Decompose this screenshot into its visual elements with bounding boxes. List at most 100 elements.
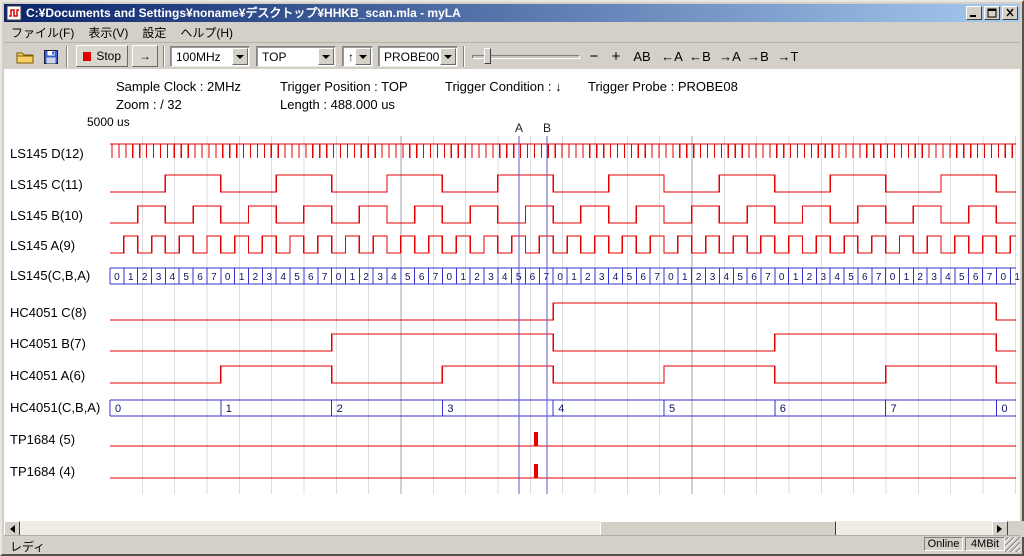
svg-text:6: 6 [419,272,425,283]
svg-text:7: 7 [876,272,882,283]
trigger-position-text: Trigger Position : TOP [280,79,408,94]
svg-text:6: 6 [308,272,314,283]
chevron-down-icon[interactable] [318,48,334,65]
svg-text:5: 5 [959,272,965,283]
goto-b-right-button[interactable]: →B [745,47,771,66]
svg-text:5: 5 [294,272,300,283]
clock-combo-value: 100MHz [176,49,221,65]
zoom-text: Zoom : / 32 [116,97,182,112]
menu-item-help[interactable]: ヘルプ(H) [173,22,240,43]
maximize-button[interactable] [984,6,1000,20]
goto-trigger-button[interactable]: →T [775,47,801,66]
trigger-probe-text: Trigger Probe : PROBE08 [588,79,738,94]
svg-text:7: 7 [433,272,439,283]
svg-text:6: 6 [197,272,203,283]
svg-text:7: 7 [891,403,897,415]
app-window: C:¥Documents and Settings¥noname¥デスクトップ¥… [0,0,1024,556]
trigger-edge-value: ↑ [348,49,354,65]
menu-item-file[interactable]: ファイル(F) [4,22,81,43]
svg-text:3: 3 [488,272,494,283]
svg-text:0: 0 [115,403,121,415]
clock-combo[interactable]: 100MHz [170,46,250,67]
svg-text:0: 0 [114,272,120,283]
stop-button[interactable]: Stop [76,45,128,67]
svg-text:1: 1 [460,272,466,283]
chevron-down-icon[interactable] [440,48,456,65]
svg-text:4: 4 [834,272,840,283]
svg-text:5: 5 [669,403,675,415]
wave-ls145-c-b-a-: 0123456701234567012345670123456701234567… [110,268,1020,284]
minimize-button[interactable] [966,6,982,20]
svg-text:0: 0 [668,272,674,283]
chevron-down-icon[interactable] [232,48,248,65]
wave-hc4051-c-b-a-: 012345670 [110,400,1016,416]
goto-b-left-button[interactable]: ←B [687,47,713,66]
svg-text:0: 0 [447,272,453,283]
svg-text:0: 0 [890,272,896,283]
probe-combo[interactable]: PROBE00 [378,46,458,67]
close-button[interactable] [1002,6,1018,20]
svg-text:1: 1 [128,272,134,283]
svg-text:5: 5 [627,272,633,283]
resize-grip[interactable] [1005,537,1020,552]
app-icon [6,5,22,21]
svg-text:4: 4 [502,272,508,283]
svg-text:6: 6 [640,272,646,283]
trigger-position-combo[interactable]: TOP [256,46,336,67]
zoom-slider-thumb[interactable] [484,48,491,64]
trigger-edge-combo[interactable]: ↑ [342,46,373,67]
ab-button[interactable]: AB [629,47,655,66]
svg-text:0: 0 [1001,403,1007,415]
svg-text:6: 6 [751,272,757,283]
svg-text:2: 2 [142,272,148,283]
svg-text:3: 3 [447,403,453,415]
sample-clock-text: Sample Clock : 2MHz [116,79,241,94]
timescale-label: 5000 us [87,115,130,129]
length-text: Length : 488.000 us [280,97,395,112]
svg-text:0: 0 [225,272,231,283]
open-button[interactable] [13,47,37,67]
svg-text:4: 4 [391,272,397,283]
title-bar: C:¥Documents and Settings¥noname¥デスクトップ¥… [4,4,1020,22]
svg-text:1: 1 [682,272,688,283]
svg-text:3: 3 [710,272,716,283]
run-arrow-icon: → [139,49,151,63]
svg-text:5: 5 [737,272,743,283]
status-memory: 4MBit [965,537,1005,551]
zoom-in-button[interactable]: + [607,47,625,66]
toolbar-separator [163,46,165,67]
svg-text:2: 2 [337,403,343,415]
zoom-out-button[interactable]: − [585,47,603,66]
menu-item-view[interactable]: 表示(V) [81,22,135,43]
toolbar-separator [66,46,68,67]
svg-text:0: 0 [557,272,563,283]
svg-text:3: 3 [931,272,937,283]
svg-text:1: 1 [350,272,356,283]
stop-label: Stop [96,49,121,63]
svg-text:4: 4 [613,272,619,283]
trigger-condition-text: Trigger Condition : ↓ [445,79,562,94]
svg-text:1: 1 [226,403,232,415]
svg-text:5: 5 [183,272,189,283]
right-arrow-icon [997,525,1006,533]
svg-text:1: 1 [793,272,799,283]
svg-text:6: 6 [530,272,536,283]
chevron-down-icon[interactable] [355,48,371,65]
status-online: Online [924,537,963,551]
svg-text:2: 2 [917,272,923,283]
stop-icon [83,52,91,61]
goto-a-right-button[interactable]: →A [717,47,743,66]
goto-a-left-button[interactable]: ←A [659,47,685,66]
save-button[interactable] [39,47,63,67]
window-title: C:¥Documents and Settings¥noname¥デスクトップ¥… [22,4,964,22]
menu-item-settings[interactable]: 設定 [135,22,173,43]
svg-text:3: 3 [156,272,162,283]
svg-text:3: 3 [377,272,383,283]
svg-text:1: 1 [571,272,577,283]
svg-text:4: 4 [170,272,176,283]
svg-text:7: 7 [987,272,993,283]
waveform-canvas[interactable]: 0123456701234567012345670123456701234567… [2,132,1024,494]
svg-text:1: 1 [1014,272,1020,283]
run-button[interactable]: → [132,45,158,67]
svg-text:2: 2 [474,272,480,283]
